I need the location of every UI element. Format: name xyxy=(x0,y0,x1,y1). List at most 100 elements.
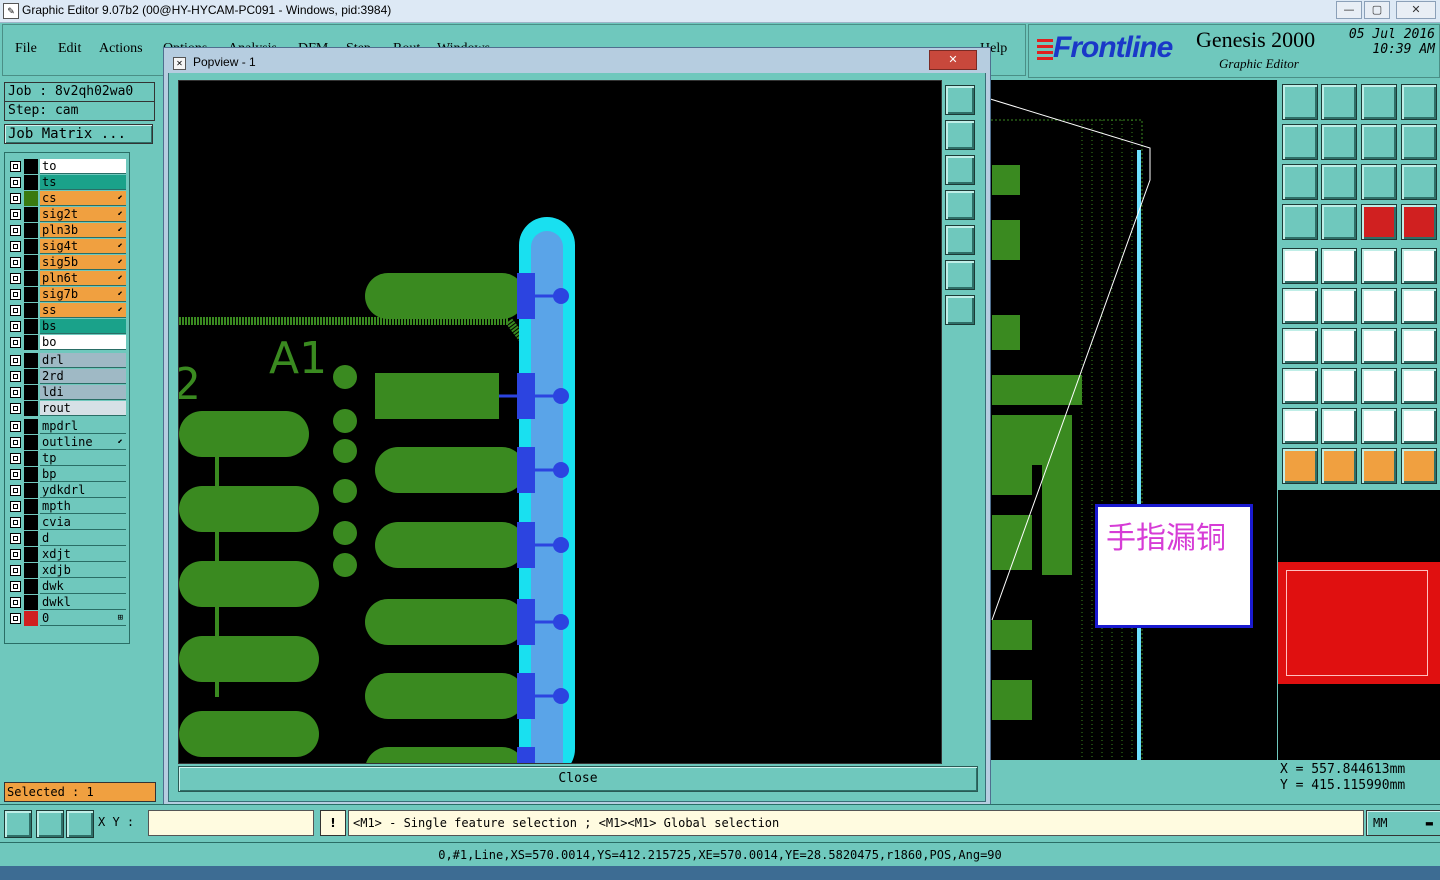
layer-row-d[interactable]: d xyxy=(6,531,126,546)
pointer-3-tool-button[interactable] xyxy=(1361,448,1397,484)
layer-row-dwk[interactable]: dwk xyxy=(6,579,126,594)
layer-row-2rd[interactable]: 2rd xyxy=(6,369,126,384)
layer-row-dwkl[interactable]: dwkl xyxy=(6,595,126,610)
layer-checkbox[interactable] xyxy=(10,517,21,528)
layer-row-xdjt[interactable]: xdjt xyxy=(6,547,126,562)
grid-tool-button[interactable] xyxy=(66,810,94,838)
connect-tool-button[interactable] xyxy=(1282,288,1318,324)
layer-row-bp[interactable]: bp xyxy=(6,467,126,482)
layer-name[interactable]: xdjb xyxy=(40,563,126,578)
layer-checkbox[interactable] xyxy=(10,437,21,448)
layer-checkbox[interactable] xyxy=(10,257,21,268)
layer-row-ydkdrl[interactable]: ydkdrl xyxy=(6,483,126,498)
layer-checkbox[interactable] xyxy=(10,321,21,332)
layer-name[interactable]: mpdrl xyxy=(40,419,126,434)
pv-pan-up-button[interactable] xyxy=(945,120,975,150)
layer-row-sig7b[interactable]: sig7b ⬋ xyxy=(6,287,126,302)
layer-row-pln6t[interactable]: pln6t ⬋ xyxy=(6,271,126,286)
layer-row-0[interactable]: 0 ⊞ xyxy=(6,611,126,626)
zoom-out-tool-button[interactable] xyxy=(1321,164,1357,200)
layer-toggle-tool-button[interactable] xyxy=(1361,204,1397,240)
layer-row-drl[interactable]: drl xyxy=(6,353,126,368)
layer-checkbox[interactable] xyxy=(10,501,21,512)
layer-name[interactable]: 0 ⊞ xyxy=(40,611,126,626)
layer-name[interactable]: ts xyxy=(40,175,126,190)
line-b-tool-button[interactable] xyxy=(1401,288,1437,324)
arc-d-tool-button[interactable] xyxy=(1401,408,1437,444)
undo-arc-tool-button[interactable] xyxy=(1361,328,1397,364)
layer-checkbox[interactable] xyxy=(10,161,21,172)
zoom-area-tool-button[interactable] xyxy=(1401,84,1437,120)
layer-name[interactable]: bo xyxy=(40,335,126,350)
units-selector[interactable]: MM ▬ xyxy=(1366,810,1440,836)
layer-name[interactable]: bp xyxy=(40,467,126,482)
pan-left-tool-button[interactable] xyxy=(1282,124,1318,160)
split-tool-button[interactable] xyxy=(1401,328,1437,364)
layer-checkbox[interactable] xyxy=(10,597,21,608)
layer-name[interactable]: outline ⬋ xyxy=(40,435,126,450)
layer-row-tp[interactable]: tp xyxy=(6,451,126,466)
pointer-4-tool-button[interactable] xyxy=(1401,448,1437,484)
slash-tool-button[interactable] xyxy=(1321,328,1357,364)
layer-checkbox[interactable] xyxy=(10,305,21,316)
layer-checkbox[interactable] xyxy=(10,485,21,496)
layer-name[interactable]: sig5b ⬋ xyxy=(40,255,126,270)
pv-pan-right-button[interactable] xyxy=(945,225,975,255)
layer-row-rout[interactable]: rout xyxy=(6,401,126,416)
zoom-home-tool-button[interactable] xyxy=(1282,84,1318,120)
layer-checkbox[interactable] xyxy=(10,403,21,414)
snap-tool-button[interactable] xyxy=(4,810,32,838)
layer-row-cvia[interactable]: cvia xyxy=(6,515,126,530)
warning-button[interactable]: ! xyxy=(320,810,346,836)
layer-checkbox[interactable] xyxy=(10,355,21,366)
layer-checkbox[interactable] xyxy=(10,371,21,382)
flip-tool-button[interactable] xyxy=(1361,124,1397,160)
arc-c-tool-button[interactable] xyxy=(1361,408,1397,444)
layer-row-ldi[interactable]: ldi xyxy=(6,385,126,400)
pointer-2-tool-button[interactable] xyxy=(1321,448,1357,484)
layer-checkbox[interactable] xyxy=(10,273,21,284)
minimize-button[interactable]: — xyxy=(1336,1,1362,19)
layer-name[interactable]: cvia xyxy=(40,515,126,530)
layer-checkbox[interactable] xyxy=(10,533,21,544)
layer-name[interactable]: dwk xyxy=(40,579,126,594)
layer-row-sig4t[interactable]: sig4t ⬋ xyxy=(6,239,126,254)
job-matrix-button[interactable]: Job Matrix ... xyxy=(4,124,153,144)
pv-zoom-in-button[interactable] xyxy=(945,260,975,290)
layer-row-cs[interactable]: cs ⬋ xyxy=(6,191,126,206)
pad-tool-button[interactable] xyxy=(1401,248,1437,284)
layer-name[interactable]: tp xyxy=(40,451,126,466)
layer-row-mpdrl[interactable]: mpdrl xyxy=(6,419,126,434)
pv-zoom-home-button[interactable] xyxy=(945,85,975,115)
ruler-tool-button[interactable] xyxy=(1361,248,1397,284)
layer-row-bo[interactable]: bo xyxy=(6,335,126,350)
layer-row-pln3b[interactable]: pln3b ⬋ xyxy=(6,223,126,238)
layer-checkbox[interactable] xyxy=(10,469,21,480)
layer-name[interactable]: sig2t ⬋ xyxy=(40,207,126,222)
pv-pan-left-button[interactable] xyxy=(945,190,975,220)
layer-name[interactable]: to xyxy=(40,159,126,174)
layer-toggle-2-tool-button[interactable] xyxy=(1401,204,1437,240)
layer-name[interactable]: 2rd xyxy=(40,369,126,384)
layer-name[interactable]: xdjt xyxy=(40,547,126,562)
layer-checkbox[interactable] xyxy=(10,225,21,236)
cross-tool-button[interactable] xyxy=(1321,288,1357,324)
layer-checkbox[interactable] xyxy=(10,289,21,300)
layer-row-to[interactable]: to xyxy=(6,159,126,174)
mini-map[interactable] xyxy=(1278,490,1440,760)
arc-a-tool-button[interactable] xyxy=(1282,408,1318,444)
zoom-fit-tool-button[interactable] xyxy=(1321,84,1357,120)
layer-name[interactable]: d xyxy=(40,531,126,546)
layer-checkbox[interactable] xyxy=(10,193,21,204)
resize-tool-button[interactable] xyxy=(1361,368,1397,404)
pan-right-tool-button[interactable] xyxy=(1321,124,1357,160)
layer-checkbox[interactable] xyxy=(10,241,21,252)
layer-checkbox[interactable] xyxy=(10,421,21,432)
menu-actions[interactable]: Actions xyxy=(99,41,143,57)
main-graphic-canvas[interactable] xyxy=(982,80,1277,771)
layer-name[interactable]: sig4t ⬋ xyxy=(40,239,126,254)
measure-tool-button[interactable] xyxy=(36,810,64,838)
layer-name[interactable]: drl xyxy=(40,353,126,368)
grid-tool-button[interactable] xyxy=(1321,204,1357,240)
select-feature-tool-button[interactable] xyxy=(1282,248,1318,284)
